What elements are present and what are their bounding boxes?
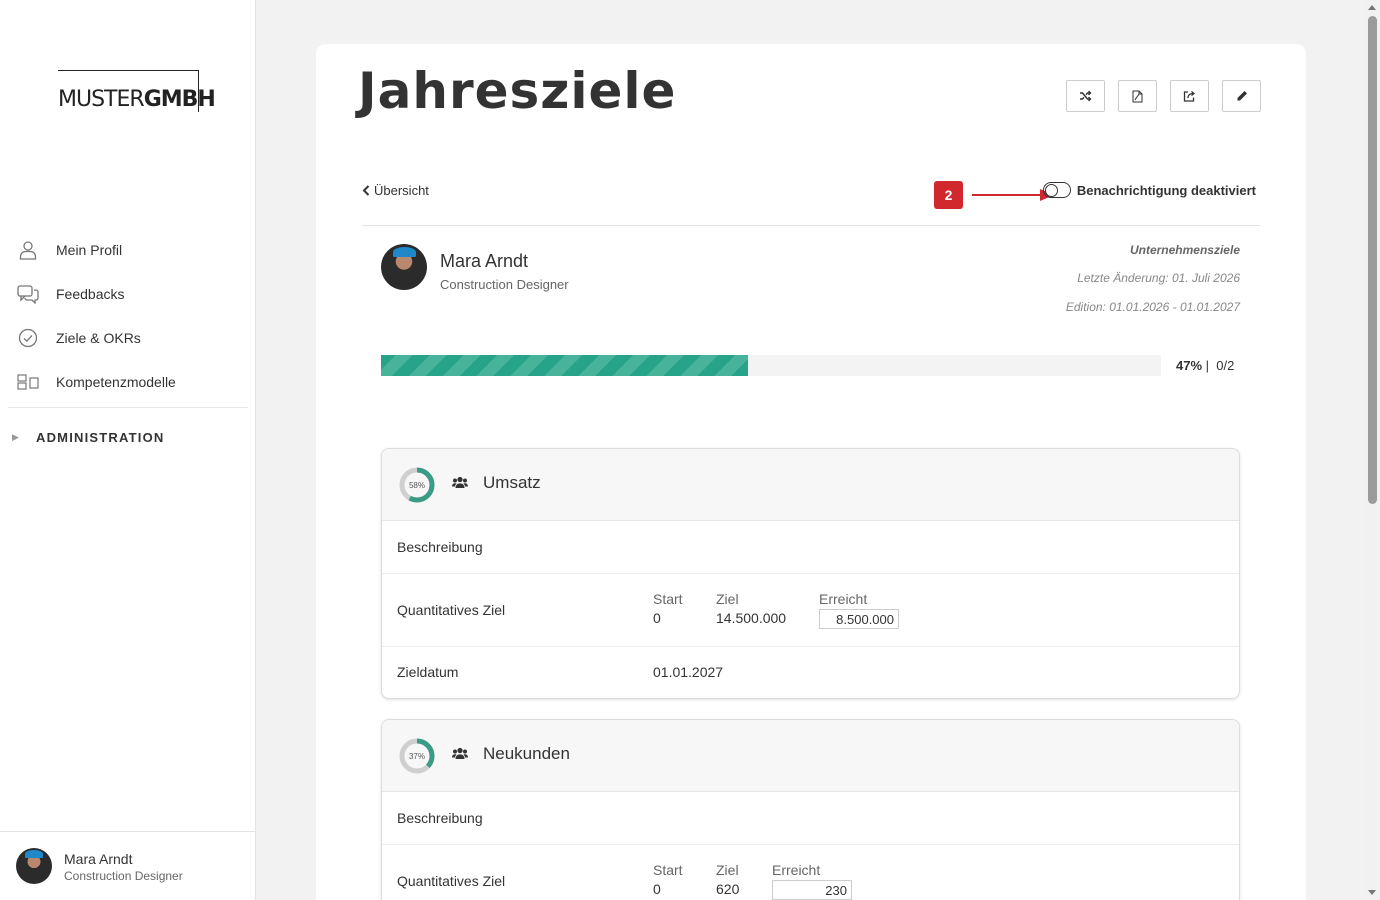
goal-header[interactable]: 37% Neukunden [382, 720, 1239, 792]
share-icon [1183, 90, 1196, 102]
sidebar: MUSTERGMBH Mein Profil Feedbacks Ziele &… [0, 0, 256, 900]
goal-header[interactable]: 58% Umsatz [382, 449, 1239, 521]
caret-right-icon: ▶ [12, 432, 19, 442]
sidebar-user-name: Mara Arndt [64, 851, 133, 867]
goal-title: Neukunden [483, 744, 570, 763]
person-name: Mara Arndt [440, 251, 529, 271]
edit-button[interactable] [1222, 80, 1261, 112]
person-avatar [381, 244, 427, 290]
sidebar-item-kompetenzmodelle[interactable]: Kompetenzmodelle [16, 368, 176, 396]
goal-quant-row: Quantitatives Ziel Start 0 Ziel 14.500.0… [382, 574, 1239, 647]
start-value: 0 [653, 610, 661, 626]
check-circle-icon [16, 326, 40, 350]
start-column: Start 0 [653, 591, 683, 626]
users-group-icon [452, 476, 468, 488]
reached-label: Erreicht [819, 591, 868, 607]
goal-percent: 58% [408, 480, 425, 490]
sidebar-item-label: Kompetenzmodelle [56, 374, 176, 390]
user-icon [16, 238, 40, 262]
sidebar-item-feedbacks[interactable]: Feedbacks [16, 280, 124, 308]
grid-icon [16, 370, 40, 394]
start-label: Start [653, 591, 683, 607]
notification-label: Benachrichtigung deaktiviert [1076, 182, 1256, 198]
person-role: Construction Designer [440, 277, 569, 292]
progress-percent: 47% [1176, 358, 1203, 373]
chevron-left-icon [362, 185, 370, 196]
scroll-up-arrow-icon[interactable] [1368, 5, 1376, 10]
goal-description-row: Beschreibung [382, 792, 1239, 845]
logo-bold-text: GMBH [143, 87, 216, 112]
target-column: Ziel 14.500.000 [716, 591, 786, 626]
sidebar-user[interactable]: Mara Arndt Construction Designer [0, 831, 255, 900]
reached-column: Erreicht [772, 862, 852, 900]
start-label: Start [653, 862, 683, 878]
start-column: Start 0 [653, 862, 683, 897]
goal-panel-umsatz: 58% Umsatz Beschreibung Quantitatives Zi… [381, 448, 1240, 699]
date-label: Zieldatum [397, 664, 459, 680]
share-button[interactable] [1170, 80, 1209, 112]
goal-title: Umsatz [483, 473, 541, 492]
quant-label: Quantitatives Ziel [397, 873, 506, 889]
pdf-export-button[interactable] [1118, 80, 1157, 112]
pdf-icon [1132, 90, 1143, 102]
pencil-icon [1237, 91, 1247, 101]
annotation-marker: 2 [934, 181, 963, 209]
goal-date-row: Zieldatum 01.01.2027 [382, 647, 1239, 698]
target-label: Ziel [716, 591, 739, 607]
sidebar-item-label: Ziele & OKRs [56, 330, 141, 346]
description-label: Beschreibung [397, 539, 483, 555]
reached-input[interactable] [819, 609, 899, 629]
goal-percent: 37% [408, 751, 425, 761]
date-value: 01.01.2027 [653, 664, 724, 680]
sidebar-item-administration[interactable]: ▶ ADMINISTRATION [12, 430, 165, 445]
scrollbar-thumb[interactable] [1368, 16, 1377, 504]
shuffle-button[interactable] [1066, 80, 1105, 112]
notification-toggle[interactable]: Benachrichtigung deaktiviert [1042, 182, 1256, 198]
users-group-icon [452, 747, 468, 759]
sidebar-item-label: Mein Profil [56, 242, 123, 258]
page-title: Jahresziele [358, 62, 677, 120]
edition-range: Edition: 01.01.2026 - 01.01.2027 [1065, 300, 1240, 314]
chat-icon [16, 282, 40, 306]
goal-category: Unternehmensziele [1129, 243, 1240, 257]
shuffle-icon [1080, 90, 1092, 102]
avatar [16, 848, 52, 884]
admin-label: ADMINISTRATION [36, 430, 165, 445]
sidebar-item-label: Feedbacks [56, 286, 125, 302]
sidebar-item-ziele-okrs[interactable]: Ziele & OKRs [16, 324, 141, 352]
target-value: 14.500.000 [716, 610, 787, 626]
sidebar-user-role: Construction Designer [64, 869, 183, 883]
target-column: Ziel 620 [716, 862, 739, 897]
progress-label: 47% | 0/2 [1176, 358, 1235, 373]
goal-description-row: Beschreibung [382, 521, 1239, 574]
header-divider [362, 225, 1260, 226]
target-label: Ziel [716, 862, 739, 878]
sidebar-item-mein-profil[interactable]: Mein Profil [16, 236, 122, 264]
last-change: Letzte Änderung: 01. Juli 2026 [1077, 271, 1240, 285]
reached-input[interactable] [772, 880, 852, 900]
start-value: 0 [653, 881, 661, 897]
company-logo[interactable]: MUSTERGMBH [58, 70, 216, 112]
scroll-down-arrow-icon[interactable] [1368, 890, 1376, 895]
sidebar-divider [8, 407, 248, 408]
description-label: Beschreibung [397, 810, 483, 826]
progress-fill [381, 355, 748, 376]
goal-panel-neukunden: 37% Neukunden Beschreibung Quantitatives… [381, 719, 1240, 900]
back-link-uebersicht[interactable]: Übersicht [362, 183, 429, 198]
overall-progress-bar [381, 355, 1161, 376]
progress-count: 0/2 [1216, 358, 1235, 373]
reached-label: Erreicht [772, 862, 821, 878]
quant-label: Quantitatives Ziel [397, 602, 506, 618]
logo-light-text: MUSTER [58, 87, 145, 112]
toggle-switch-icon [1042, 182, 1071, 198]
goal-quant-row: Quantitatives Ziel Start 0 Ziel 620 Erre… [382, 845, 1239, 900]
page-scrollbar[interactable] [1365, 0, 1380, 900]
main-card: Jahresziele Übersicht 2 Benachrichtigung… [316, 44, 1306, 900]
target-value: 620 [716, 881, 740, 897]
back-link-label: Übersicht [374, 183, 429, 198]
reached-column: Erreicht [819, 591, 899, 629]
